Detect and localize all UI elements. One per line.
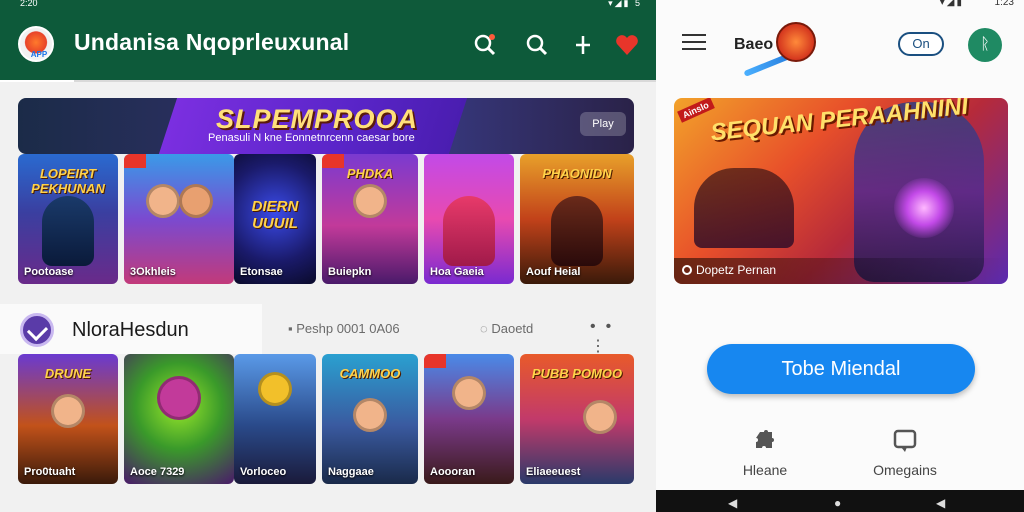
game-card-caption: Vorloceo	[240, 466, 287, 478]
game-card[interactable]: PHDKA Buiepkn	[322, 154, 418, 284]
game-card[interactable]: Aoce 7329	[124, 354, 234, 484]
recents-icon[interactable]: ◀	[936, 496, 945, 510]
nav-item-home[interactable]: Hleane	[720, 428, 810, 478]
promo-card[interactable]: Ainslo SEQUAN PERAAHNINI Dopetz Pernan	[674, 98, 1008, 284]
chat-bubble-icon	[893, 429, 917, 452]
featured-banner[interactable]: SLPEMPROOA Penasuli N kne Eonnetnrcenn c…	[18, 98, 634, 154]
game-card-title: LOPEIRT PEKHUNAN	[31, 166, 105, 196]
brand-logo[interactable]: Baeo	[734, 20, 834, 77]
search-notify-icon[interactable]	[470, 30, 500, 60]
app-logo-text: APP	[30, 50, 48, 59]
game-card[interactable]: Vorloceo	[234, 354, 316, 484]
game-card-title: CAMMOO	[339, 366, 401, 381]
app-bar: APP Undanisa Nqoprleuxunal	[0, 10, 656, 80]
primary-cta-button[interactable]: Tobe Miendal	[707, 344, 975, 394]
game-card-caption: Hoa Gaeia	[430, 266, 484, 278]
toggle-switch[interactable]: On	[898, 32, 944, 56]
status-icons: ▾◢▮ 5	[608, 0, 642, 8]
right-app-screen: ▾◢▮ 1:23 Baeo On ᚱ Ainslo SEQUAN PERAAHN…	[656, 0, 1024, 512]
profile-button[interactable]: ᚱ	[968, 28, 1002, 62]
puzzle-icon	[756, 430, 774, 448]
promo-caption: Dopetz Pernan	[682, 263, 776, 277]
game-row-featured: LOPEIRT PEKHUNAN Pootoase 3Okhleis DIERN…	[18, 154, 638, 284]
section-meta-2: ◌ Daoetd	[480, 321, 534, 336]
game-card[interactable]: DIERN UUUIL Etonsae	[234, 154, 316, 284]
section-meta: ▪ Peshp 0001 0A06	[288, 321, 400, 336]
game-card-title: DRUNE	[44, 366, 92, 381]
game-card-caption: Pro0tuaht	[24, 466, 76, 478]
banner-subtitle: Penasuli N kne Eonnetnrcenn caesar bore	[208, 132, 415, 144]
status-icons: ▾◢▮	[939, 0, 964, 8]
promo-army-art	[694, 168, 794, 248]
split-screen: 2:20 ▾◢▮ 5 APP Undanisa Nqoprleuxunal SL…	[0, 0, 1024, 512]
game-card-caption: 3Okhleis	[130, 266, 176, 278]
game-card-title: PUBB POMOO	[531, 366, 623, 381]
location-pin-icon	[682, 265, 692, 275]
plus-icon[interactable]	[568, 30, 598, 60]
heart-icon[interactable]	[612, 30, 642, 60]
nav-label: Hleane	[742, 462, 788, 478]
hamburger-menu-icon[interactable]	[682, 34, 706, 54]
game-card-caption: Buiepkn	[328, 266, 372, 278]
search-icon[interactable]	[522, 30, 552, 60]
page-title: Undanisa Nqoprleuxunal	[74, 29, 350, 55]
game-card-caption: Eliaeeuest	[526, 466, 581, 478]
game-card-caption: Etonsae	[240, 266, 283, 278]
game-card[interactable]: Aoooran	[424, 354, 514, 484]
status-time: 1:23	[994, 0, 1014, 8]
game-card[interactable]: 3Okhleis	[124, 154, 234, 284]
game-card[interactable]: LOPEIRT PEKHUNAN Pootoase	[18, 154, 118, 284]
back-icon[interactable]: ◀	[728, 496, 737, 510]
game-card-caption: Aoce 7329	[130, 466, 185, 478]
game-card[interactable]: PHAONIDN Aouf Heial	[520, 154, 634, 284]
app-logo: APP	[18, 26, 54, 62]
game-card-title: PHAONIDN	[542, 166, 612, 181]
system-nav-bar: ◀ ● ◀	[656, 490, 1024, 512]
home-circle-icon[interactable]: ●	[834, 496, 841, 510]
game-card[interactable]: CAMMOO Naggaae	[322, 354, 418, 484]
status-bar: ▾◢▮ 1:23	[656, 0, 1024, 12]
game-card-title: PHDKA	[346, 166, 394, 181]
nav-label: Omegains	[873, 462, 937, 478]
tab-indicator	[0, 80, 656, 82]
game-card[interactable]: DRUNE Pro0tuaht	[18, 354, 118, 484]
brand-character-icon	[776, 22, 816, 62]
banner-play-button[interactable]: Play	[580, 112, 626, 136]
game-card[interactable]: PUBB POMOO Eliaeeuest	[520, 354, 634, 484]
game-row-section: DRUNE Pro0tuaht Aoce 7329 Vorloceo CAMMO…	[18, 354, 638, 484]
more-options-icon[interactable]: •• ⋮	[590, 318, 656, 356]
banner-title: SLPEMPROOA	[216, 104, 419, 134]
left-app-screen: 2:20 ▾◢▮ 5 APP Undanisa Nqoprleuxunal SL…	[0, 0, 656, 512]
section-header: NloraHesdun ▪ Peshp 0001 0A06 ◌ Daoetd •…	[0, 304, 656, 356]
game-card-caption: Naggaae	[328, 466, 374, 478]
game-card-caption: Aouf Heial	[526, 266, 581, 278]
section-avatar-icon[interactable]	[20, 313, 54, 347]
brand-text: Baeo	[734, 36, 774, 53]
status-bar: 2:20 ▾◢▮ 5	[0, 0, 656, 10]
section-title: NloraHesdun	[72, 319, 189, 341]
promo-glow	[894, 178, 954, 238]
game-card-caption: Aoooran	[430, 466, 476, 478]
game-card[interactable]: Hoa Gaeia	[424, 154, 514, 284]
game-card-caption: Pootoase	[24, 266, 74, 278]
game-card-title: DIERN UUUIL	[251, 198, 299, 232]
status-time: 2:20	[20, 0, 38, 8]
nav-item-messages[interactable]: Omegains	[860, 428, 950, 478]
